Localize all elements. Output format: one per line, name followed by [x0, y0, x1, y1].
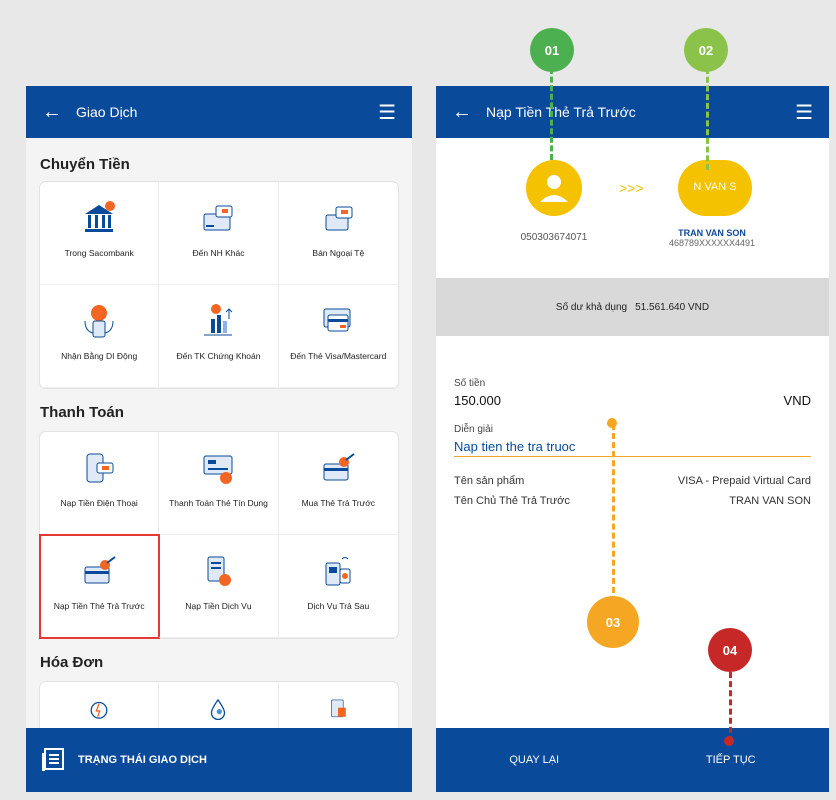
tile-ban-ngoai-te[interactable]: Bán Ngoại Tệ	[278, 182, 398, 285]
water-drop-icon	[211, 698, 226, 721]
marker-4-badge: 04	[708, 628, 752, 672]
marker-4-line	[729, 672, 732, 742]
header: ← Nạp Tiền Thẻ Trả Trước ☰	[436, 86, 829, 138]
tile-label: Nạp Tiền Điện Thoại	[60, 498, 138, 508]
target-account: TRAN VAN SON 468789XXXXXX4491	[642, 228, 782, 248]
tile-label: Đến Thẻ Visa/Mastercard	[290, 351, 387, 361]
back-arrow-icon[interactable]: ←	[452, 101, 472, 124]
visa-card-icon	[323, 308, 351, 332]
exchange-card-icon	[325, 206, 353, 231]
source-avatar	[526, 160, 582, 216]
tile-label: Mua Thẻ Trả Trước	[301, 498, 376, 508]
header: ← Giao Dịch ☰	[26, 86, 412, 138]
tile-label: Đến NH Khác	[192, 248, 245, 258]
transactions-screen: ← Giao Dịch ☰ Chuyển Tiền Trong Sacomban…	[26, 86, 412, 792]
marker-2-badge: 02	[684, 28, 728, 72]
credit-card-payment-icon	[203, 455, 233, 484]
target-avatar: N VAN S	[678, 160, 752, 216]
transfer-summary: 050303674071 >>> N VAN S TRAN VAN SON 46…	[436, 138, 829, 278]
tile-label: Nạp Tiền Thẻ Trả Trước	[53, 601, 145, 611]
tile-label: Đến TK Chứng Khoán	[176, 351, 261, 361]
holder-label: Tên Chủ Thẻ Trả Trước	[454, 495, 570, 507]
postpaid-service-icon	[325, 557, 351, 586]
description-field[interactable]: Diễn giải Nap tien the tra truoc	[436, 424, 829, 457]
tile-den-the-visa[interactable]: Đến Thẻ Visa/Mastercard	[278, 285, 398, 388]
bank-icon	[85, 201, 116, 232]
product-value: VISA - Prepaid Virtual Card	[677, 475, 811, 487]
amount-field[interactable]: Số tiền 150.000 VND	[436, 378, 829, 408]
bill-document-icon	[331, 699, 347, 718]
product-row: Tên sản phẩm VISA - Prepaid Virtual Card	[436, 475, 829, 487]
target-card-number: 468789XXXXXX4491	[668, 238, 756, 248]
payment-grid: Nạp Tiền Điện Thoại Thanh Toán Thẻ Tín D…	[38, 432, 398, 639]
holder-value: TRAN VAN SON	[729, 495, 811, 507]
page-title: Nạp Tiền Thẻ Trả Trước	[486, 104, 636, 120]
back-button[interactable]: QUAY LẠI	[509, 754, 559, 766]
tile-label: Nhận Bằng DI Động	[61, 351, 138, 361]
stock-chart-icon	[204, 304, 233, 336]
marker-3-dot	[607, 418, 617, 428]
tile-label: Bán Ngoại Tệ	[312, 248, 365, 258]
prepaid-card-buy-icon	[323, 453, 355, 481]
document-list-icon	[42, 748, 64, 771]
action-bar: QUAY LẠI TIẾP TỤC	[436, 728, 829, 792]
tile-nap-tien-dich-vu[interactable]: Nạp Tiền Dịch Vụ	[159, 535, 279, 638]
electricity-icon	[90, 701, 108, 719]
product-label: Tên sản phẩm	[454, 475, 525, 487]
transfer-grid: Trong Sacombank Đến NH Khác Bán Ngoại Tệ…	[40, 182, 398, 388]
tile-nap-tien-the-tra-truoc[interactable]: Nạp Tiền Thẻ Trả Trước	[38, 534, 161, 639]
holder-row: Tên Chủ Thẻ Trả Trước TRAN VAN SON	[436, 495, 829, 507]
mobile-money-icon	[84, 305, 114, 338]
tile-mua-the-tra-truoc[interactable]: Mua Thẻ Trả Trước	[278, 432, 398, 535]
section-title-transfer: Chuyển Tiền	[40, 156, 130, 173]
phone-topup-icon	[86, 453, 114, 483]
menu-icon[interactable]: ☰	[795, 100, 813, 125]
back-arrow-icon[interactable]: ←	[42, 101, 62, 124]
marker-1-line	[550, 68, 553, 160]
available-balance: Số dư khả dụng 51.561.640 VND	[436, 278, 829, 336]
target-name: TRAN VAN SON	[678, 228, 746, 238]
tile-den-nh-khac[interactable]: Đến NH Khác	[159, 182, 279, 285]
target-avatar-text: N VAN S	[693, 181, 737, 193]
tile-nap-tien-dien-thoai[interactable]: Nạp Tiền Điện Thoại	[40, 432, 160, 535]
tile-thanh-toan-the-tin-dung[interactable]: Thanh Toán Thẻ Tín Dụng	[159, 432, 279, 535]
amount-label: Số tiền	[454, 378, 486, 389]
page-title: Giao Dịch	[76, 104, 138, 120]
tile-label: Trong Sacombank	[64, 248, 134, 258]
section-title-bills: Hóa Đơn	[40, 654, 104, 671]
marker-3-line	[612, 424, 615, 602]
amount-value: 150.000	[454, 393, 501, 408]
tile-label: Nạp Tiền Dịch Vụ	[185, 601, 252, 611]
menu-icon[interactable]: ☰	[378, 100, 396, 125]
service-topup-icon	[207, 556, 232, 586]
marker-2-line	[706, 68, 709, 170]
marker-1-badge: 01	[530, 28, 574, 72]
marker-4-dot	[724, 736, 734, 746]
balance-label: Số dư khả dụng	[555, 301, 628, 313]
marker-3-badge: 03	[587, 596, 639, 648]
transfer-arrows: >>>	[619, 180, 644, 196]
tile-label: Dịch Vụ Trả Sau	[307, 601, 370, 611]
tile-nhan-bang-di-dong[interactable]: Nhận Bằng DI Động	[40, 285, 160, 388]
user-icon	[540, 175, 568, 202]
card-transfer-icon	[203, 205, 233, 231]
tile-den-tk-chung-khoan[interactable]: Đến TK Chứng Khoán	[159, 285, 279, 388]
tile-dich-vu-tra-sau[interactable]: Dịch Vụ Trả Sau	[278, 535, 398, 638]
section-title-payment: Thanh Toán	[40, 404, 124, 421]
description-label: Diễn giải	[454, 424, 493, 435]
tile-label: Thanh Toán Thẻ Tín Dụng	[169, 498, 268, 508]
transaction-status-label: TRẠNG THÁI GIAO DỊCH	[78, 754, 207, 766]
amount-currency: VND	[783, 393, 811, 408]
prepaid-card-topup-icon	[84, 556, 116, 584]
continue-button[interactable]: TIẾP TỤC	[706, 754, 756, 766]
tile-trong-sacombank[interactable]: Trong Sacombank	[40, 182, 160, 285]
prepaid-topup-screen: ← Nạp Tiền Thẻ Trả Trước ☰ 050303674071 …	[436, 86, 829, 792]
transaction-status-bar[interactable]: TRẠNG THÁI GIAO DỊCH	[26, 728, 412, 792]
description-value: Nap tien the tra truoc	[454, 439, 811, 457]
source-account: 050303674071	[520, 232, 588, 243]
balance-value: 51.561.640 VND	[635, 301, 710, 313]
